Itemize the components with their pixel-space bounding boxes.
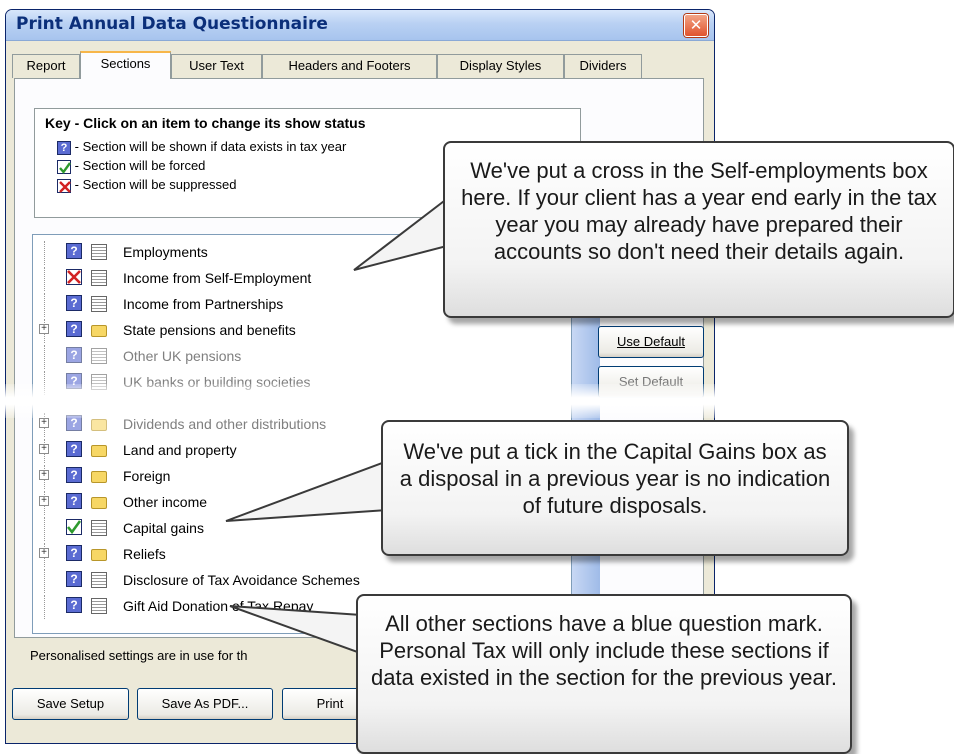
window-title: Print Annual Data Questionnaire — [16, 14, 328, 34]
tree-connector-line — [44, 595, 45, 619]
tree-item-label: Income from Self-Employment — [123, 270, 312, 286]
close-button[interactable]: ✕ — [684, 14, 708, 37]
question-status-icon[interactable]: ? — [66, 493, 82, 509]
folder-icon — [91, 419, 107, 431]
tree-item-label: Capital gains — [123, 520, 204, 536]
tree-item[interactable]: +? State pensions and benefits — [33, 319, 553, 343]
calculator-icon — [91, 270, 107, 286]
tree-item-label: State pensions and benefits — [123, 322, 296, 338]
key-row-forced: - Section will be forced — [57, 158, 205, 174]
key-row-text: - Section will be shown if data exists i… — [74, 139, 347, 154]
expand-icon[interactable]: + — [39, 548, 49, 558]
expand-icon[interactable]: + — [39, 324, 49, 334]
folder-icon — [91, 445, 107, 457]
tree-item-label: Employments — [123, 244, 208, 260]
folder-icon — [91, 497, 107, 509]
question-status-icon[interactable]: ? — [66, 467, 82, 483]
save-setup-button[interactable]: Save Setup — [12, 688, 129, 720]
tab-sections[interactable]: Sections — [80, 51, 171, 79]
tab-display-styles[interactable]: Display Styles — [437, 54, 564, 78]
tab-report[interactable]: Report — [12, 54, 80, 78]
tree-item-label: Income from Partnerships — [123, 296, 284, 312]
tick-status-icon — [57, 159, 71, 174]
folder-icon — [91, 325, 107, 337]
key-row-text: - Section will be suppressed — [74, 177, 237, 192]
question-status-icon[interactable]: ? — [66, 295, 82, 311]
title-bar[interactable]: Print Annual Data Questionnaire ✕ — [6, 10, 714, 41]
callout-tail-capital-gains — [225, 461, 389, 522]
key-row-text: - Section will be forced — [74, 158, 206, 173]
cross-status-icon[interactable] — [66, 269, 82, 285]
tick-status-icon[interactable] — [66, 519, 82, 535]
calculator-icon — [91, 520, 107, 536]
expand-icon[interactable]: + — [39, 470, 49, 480]
tree-item-label: Disclosure of Tax Avoidance Schemes — [123, 572, 360, 588]
tree-connector-line — [44, 293, 45, 317]
calculator-icon — [91, 296, 107, 312]
use-default-label: Use Default — [617, 334, 685, 349]
key-row-suppressed: - Section will be suppressed — [57, 177, 236, 193]
tree-connector-line — [44, 267, 45, 291]
tree-item-label: Other income — [123, 494, 208, 510]
question-status-icon[interactable]: ? — [66, 347, 82, 363]
tab-dividers[interactable]: Dividers — [564, 54, 642, 78]
callout-self-employment: We've put a cross in the Self-employment… — [443, 141, 954, 318]
question-status-icon[interactable]: ? — [66, 545, 82, 561]
use-default-button[interactable]: Use Default — [598, 326, 704, 358]
status-text: Personalised settings are in use for th — [30, 648, 248, 663]
folder-icon — [91, 549, 107, 561]
save-as-pdf-button[interactable]: Save As PDF... — [137, 688, 273, 720]
callout-other-sections: All other sections have a blue question … — [356, 594, 852, 754]
tree-item-label: Land and property — [123, 442, 237, 458]
key-title: Key - Click on an item to change its sho… — [45, 115, 366, 131]
question-status-icon[interactable]: ? — [66, 441, 82, 457]
tree-item[interactable]: ? Disclosure of Tax Avoidance Schemes — [33, 569, 553, 593]
expand-icon[interactable]: + — [39, 444, 49, 454]
question-status-icon: ? — [57, 140, 71, 155]
tree-connector-line — [44, 517, 45, 541]
question-status-icon[interactable]: ? — [66, 571, 82, 587]
calculator-icon — [91, 572, 107, 588]
calculator-icon — [91, 598, 107, 614]
tree-item-label: Foreign — [123, 468, 171, 484]
tree-connector-line — [44, 241, 45, 265]
tab-headers-and-footers[interactable]: Headers and Footers — [262, 54, 437, 78]
key-row-shown: ? - Section will be shown if data exists… — [57, 139, 346, 155]
tree-item-label: Other UK pensions — [123, 348, 242, 364]
torn-edge-fade — [0, 384, 954, 418]
callout-capital-gains: We've put a tick in the Capital Gains bo… — [381, 420, 849, 556]
expand-icon[interactable]: + — [39, 418, 49, 428]
calculator-icon — [91, 348, 107, 364]
expand-icon[interactable]: + — [39, 496, 49, 506]
tree-item-label: Dividends and other distributions — [123, 416, 327, 432]
question-status-icon[interactable]: ? — [66, 597, 82, 613]
question-status-icon[interactable]: ? — [66, 321, 82, 337]
tab-user-text[interactable]: User Text — [171, 54, 262, 78]
tree-item[interactable]: ? Other UK pensions — [33, 345, 553, 369]
cross-status-icon — [57, 178, 71, 193]
tree-item-label: Reliefs — [123, 546, 166, 562]
folder-icon — [91, 471, 107, 483]
question-status-icon[interactable]: ? — [66, 243, 82, 259]
tree-connector-line — [44, 345, 45, 369]
calculator-icon — [91, 244, 107, 260]
tree-connector-line — [44, 569, 45, 593]
